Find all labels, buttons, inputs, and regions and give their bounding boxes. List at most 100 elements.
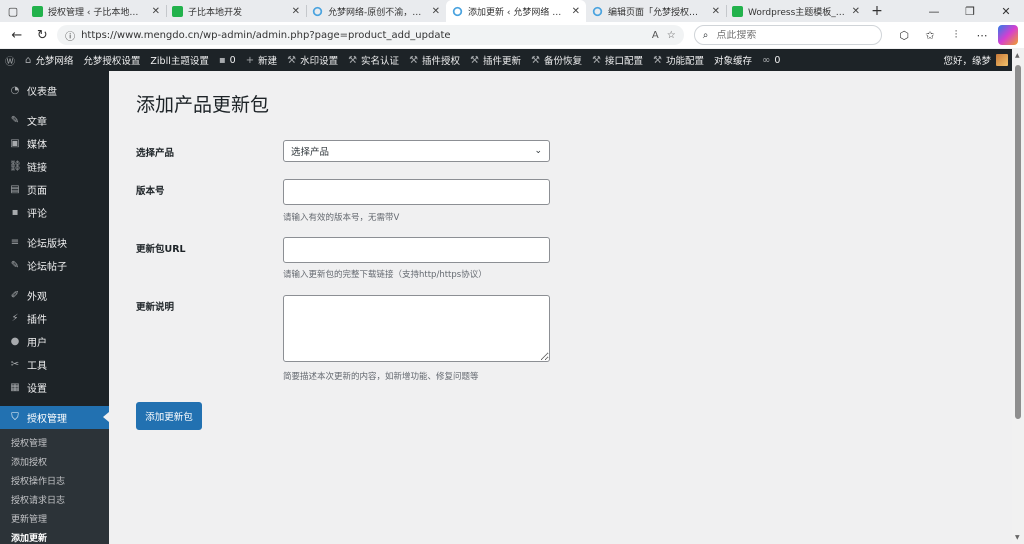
add-update-button[interactable]: 添加更新包 [136,402,202,430]
search-box[interactable]: ⌕ [693,25,882,45]
adminbar-api-config[interactable]: ⚒ 接口配置 [587,49,648,71]
notes-help-text: 简要描述本次更新的内容，如新增功能、修复问题等 [283,372,479,382]
close-window-icon[interactable]: ✕ [988,0,1024,22]
browser-tab[interactable]: 允梦网络-原创不渝，臻求际 ✕ [306,0,446,22]
browser-tab[interactable]: 子比本地开发 ✕ [166,0,306,22]
close-tab-icon[interactable]: ✕ [852,6,860,17]
browser-tab[interactable]: 编辑页面「允梦授权插件列 ✕ [586,0,726,22]
adminbar-links[interactable]: ∞ 0 [757,49,785,71]
wordpress-logo-icon[interactable]: Ⓦ [0,49,20,71]
submenu-license-request-log[interactable]: 授权请求日志 [0,490,109,509]
sidebar-item-topics[interactable]: ✎ 论坛帖子 [0,254,109,277]
back-icon[interactable]: ← [6,24,28,46]
sidebar-item-plugins[interactable]: ⚡ 插件 [0,307,109,330]
maximize-icon[interactable]: ❐ [952,0,988,22]
sidebar-item-posts[interactable]: ✎ 文章 [0,109,109,132]
adminbar-realname[interactable]: ⚒ 实名认证 [343,49,404,71]
adminbar-site-name[interactable]: ⌂ 允梦网络 [20,49,78,71]
more-menu-icon[interactable]: ⋯ [972,25,992,45]
sidebar-item-license-management[interactable]: ⛉ 授权管理 [0,406,109,429]
adminbar-plugin-update[interactable]: ⚒ 插件更新 [465,49,526,71]
adminbar-object-cache[interactable]: 对象缓存 [709,49,757,71]
adminbar-zibll-settings[interactable]: Zibll主题设置 [145,49,213,71]
wp-admin-bar: Ⓦ ⌂ 允梦网络 允梦授权设置 Zibll主题设置 ▪ 0 + 新建 ⚒ 水印设置 ⚒ 实… [0,49,1024,71]
sidebar-item-links[interactable]: ⛓ 链接 [0,155,109,178]
search-icon: ⌕ [702,29,709,41]
adminbar-backup[interactable]: ⚒ 备份恢复 [526,49,587,71]
submenu-add-license[interactable]: 添加授权 [0,452,109,471]
browser-tab[interactable]: 授权管理 ‹ 子比本地开发 — ✕ [26,0,166,22]
package-url-label: 更新包URL [136,244,186,255]
address-bar[interactable]: ⓘ https://www.mengdo.cn/wp-admin/admin.p… [57,25,684,45]
close-tab-icon[interactable]: ✕ [152,6,160,17]
sidebar-item-dashboard[interactable]: ◔ 仪表盘 [0,79,109,102]
tool-icon: ⚒ [348,54,358,66]
sidebar-item-users[interactable]: ● 用户 [0,330,109,353]
favorites-bar-icon[interactable]: ✩ [920,25,940,45]
reload-icon[interactable]: ↻ [32,24,54,46]
tab-actions-icon[interactable]: ▢ [0,0,26,22]
tool-icon: ⚒ [592,54,601,66]
plugin-icon: ⚡ [11,313,19,324]
browser-tab-active[interactable]: 添加更新 ‹ 允梦网络 — Wor ✕ [446,0,586,22]
submenu-update-management[interactable]: 更新管理 [0,509,109,528]
adminbar-feature-config[interactable]: ⚒ 功能配置 [648,49,709,71]
comment-icon: ▪ [218,54,226,66]
tool-icon: ⚒ [653,54,662,66]
scroll-down-icon[interactable]: ▼ [1015,534,1020,541]
window-controls: — ❐ ✕ [916,0,1024,22]
sidebar-item-tools[interactable]: ✂ 工具 [0,353,109,376]
adminbar-new[interactable]: + 新建 [241,49,282,71]
new-tab-button[interactable]: + [866,0,888,22]
version-input[interactable] [283,179,550,205]
scrollbar-thumb[interactable] [1015,65,1021,419]
notes-label: 更新说明 [136,302,175,313]
split-screen-icon[interactable]: ⫶ [946,25,966,45]
page-scrollbar[interactable]: ▲ ▼ [1012,49,1024,544]
tab-title: 子比本地开发 [188,7,243,18]
home-icon: ⌂ [25,54,32,66]
scroll-up-icon[interactable]: ▲ [1015,52,1020,59]
site-info-icon[interactable]: ⓘ [65,28,75,43]
close-tab-icon[interactable]: ✕ [712,6,720,17]
sidebar-item-media[interactable]: ▣ 媒体 [0,132,109,155]
blue-ring-icon [452,6,463,16]
sidebar-item-forums[interactable]: ≡ 论坛版块 [0,231,109,254]
close-tab-icon[interactable]: ✕ [432,6,440,17]
comment-icon: ▪ [11,207,19,218]
close-tab-icon[interactable]: ✕ [292,6,300,17]
url-text[interactable]: https://www.mengdo.cn/wp-admin/admin.php… [81,30,646,41]
product-select[interactable]: 选择产品 ⌄ [283,140,550,162]
favorite-star-icon[interactable]: ☆ [667,30,676,41]
extensions-icon[interactable]: ⬡ [894,25,914,45]
adminbar-comments[interactable]: ▪ 0 [214,49,241,71]
adminbar-auth-settings[interactable]: 允梦授权设置 [78,49,145,71]
minimize-icon[interactable]: — [916,0,952,22]
browser-tab-strip: ▢ 授权管理 ‹ 子比本地开发 — ✕ 子比本地开发 ✕ 允梦网络-原创不渝，臻… [0,0,1024,22]
sidebar-item-comments[interactable]: ▪ 评论 [0,201,109,224]
settings-icon: ▦ [10,382,20,393]
link-icon: ∞ [762,54,771,66]
appearance-icon: ✐ [10,290,20,301]
submenu-license-op-log[interactable]: 授权操作日志 [0,471,109,490]
sidebar-item-appearance[interactable]: ✐ 外观 [0,284,109,307]
version-label: 版本号 [136,186,165,197]
package-url-input[interactable] [283,237,550,263]
greeting-text: 您好，缘梦 [943,56,991,67]
tool-icon: ⚒ [470,54,480,66]
submenu-license-list[interactable]: 授权管理 [0,433,109,452]
sidebar-item-pages[interactable]: ▤ 页面 [0,178,109,201]
read-aloud-icon[interactable]: A [652,30,659,41]
adminbar-plugin-auth[interactable]: ⚒ 插件授权 [404,49,465,71]
green-leaf-icon [172,5,183,17]
close-tab-icon[interactable]: ✕ [572,6,580,17]
notes-textarea[interactable] [283,295,550,362]
sidebar-item-settings[interactable]: ▦ 设置 [0,376,109,399]
blue-ring-icon [592,6,603,16]
media-icon: ▣ [10,138,20,149]
submenu-add-update[interactable]: 添加更新 [0,528,109,544]
adminbar-watermark[interactable]: ⚒ 水印设置 [282,49,343,71]
browser-tab[interactable]: Wordpress主题模板_zibll主 ✕ [726,0,866,22]
search-input[interactable] [716,29,857,41]
copilot-icon[interactable] [998,25,1018,45]
